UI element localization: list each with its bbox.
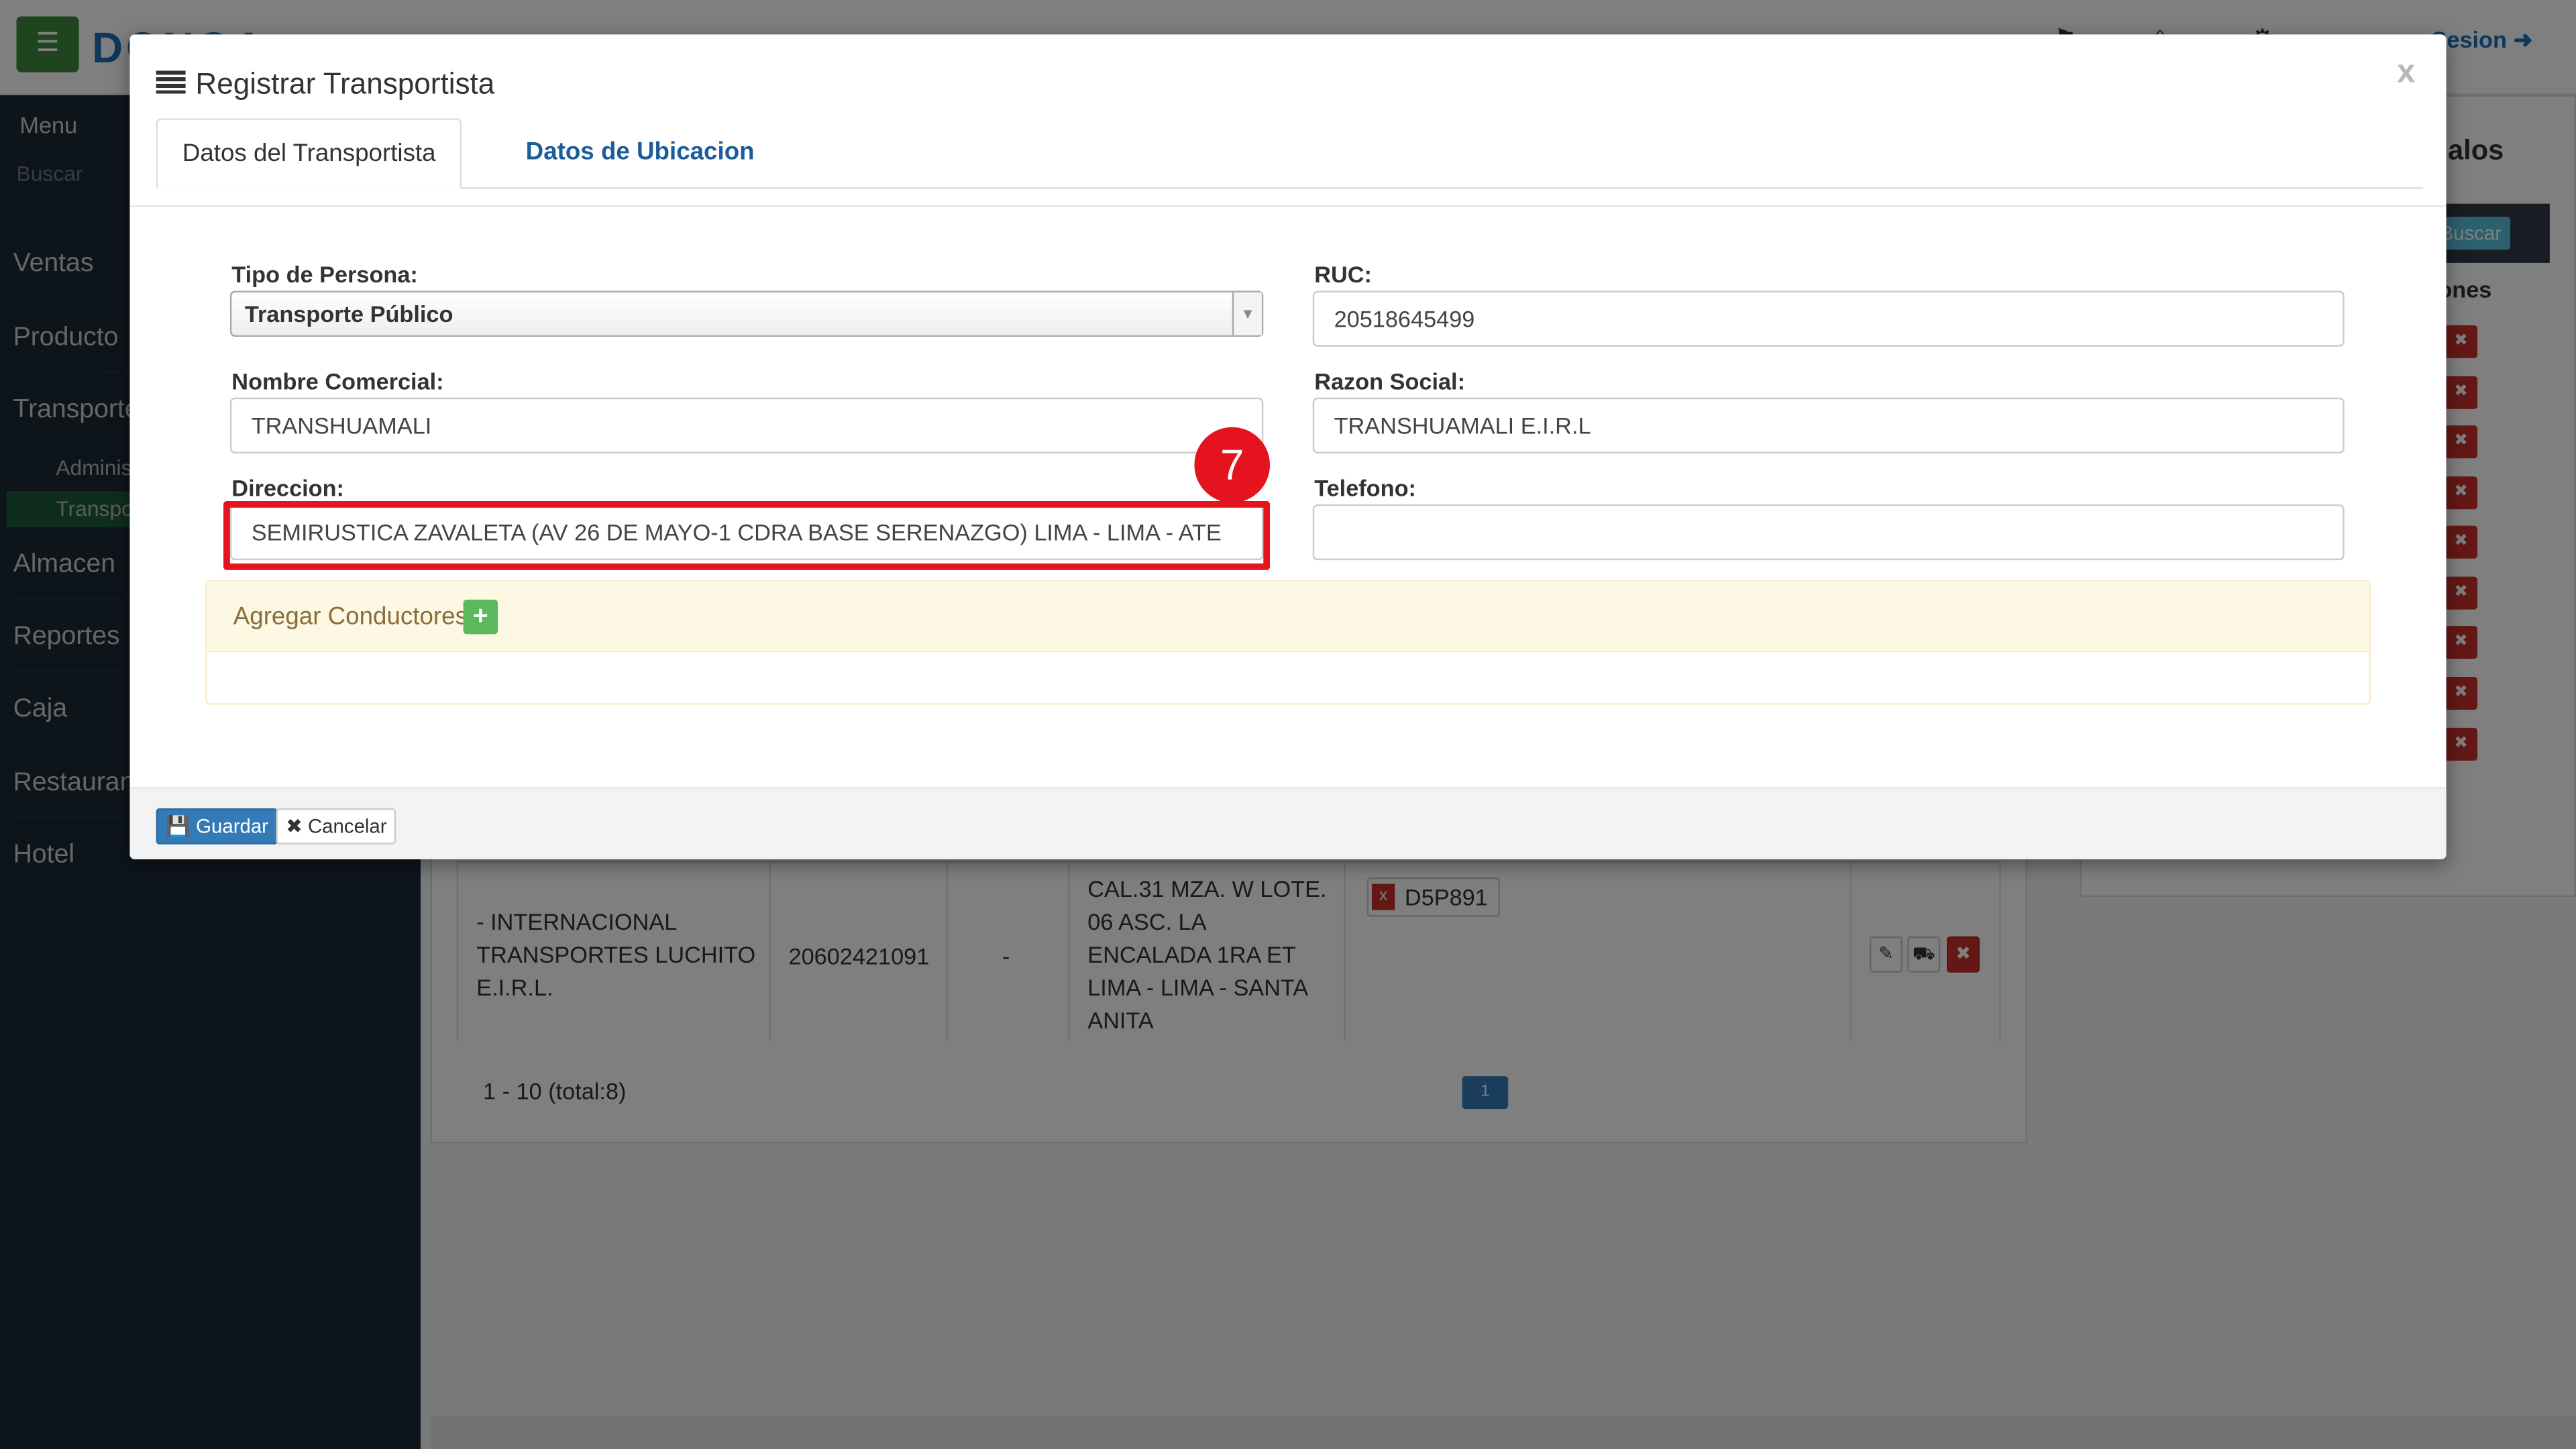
ruc-label: RUC:	[1314, 261, 1372, 288]
modal-title: Registrar Transportista	[156, 67, 495, 101]
add-conductor-button[interactable]: +	[463, 599, 498, 635]
registrar-transportista-modal: Registrar Transportista x Datos del Tran…	[129, 34, 2447, 859]
annotation-highlight-box	[223, 500, 1271, 570]
step-marker: 7	[1194, 427, 1271, 503]
conductores-panel: Agregar Conductores +	[205, 580, 2371, 705]
tab-datos-ubicacion[interactable]: Datos de Ubicacion	[501, 118, 779, 189]
guardar-label: Guardar	[196, 814, 268, 838]
tab-datos-transportista[interactable]: Datos del Transportista	[156, 118, 462, 189]
tipo-persona-label: Tipo de Persona:	[231, 261, 418, 288]
razon-social-label: Razon Social:	[1314, 368, 1466, 394]
modal-title-text: Registrar Transportista	[195, 67, 495, 101]
chevron-down-icon: ▼	[1232, 292, 1262, 335]
conductores-label: Agregar Conductores	[233, 602, 468, 631]
cancelar-button[interactable]: ✖ Cancelar	[276, 808, 397, 845]
page: ☰ DONGA ⚑ ⌂ ⚙ Sesion ➜ Menu Buscar Venta…	[0, 0, 2576, 1449]
close-icon: ✖	[286, 814, 303, 838]
cancelar-label: Cancelar	[307, 814, 387, 838]
direccion-label: Direccion:	[231, 474, 344, 501]
close-button[interactable]: x	[2397, 54, 2415, 92]
guardar-button[interactable]: 💾 Guardar	[156, 808, 278, 845]
modal-body: Tipo de Persona: Transporte Público ▼ RU…	[129, 205, 2447, 787]
telefono-field[interactable]	[1312, 504, 2345, 561]
save-icon: 💾	[166, 814, 191, 838]
tipo-persona-value: Transporte Público	[244, 301, 453, 327]
modal-tabs: Datos del Transportista Datos de Ubicaci…	[156, 118, 2424, 189]
telefono-label: Telefono:	[1314, 474, 1416, 501]
nombre-comercial-label: Nombre Comercial:	[231, 368, 444, 394]
nombre-comercial-field[interactable]: TRANSHUAMALI	[229, 397, 1264, 453]
ruc-field[interactable]: 20518645499	[1312, 290, 2345, 347]
list-icon	[156, 67, 186, 101]
modal-footer: 💾 Guardar ✖ Cancelar	[129, 787, 2447, 859]
conductores-header: Agregar Conductores +	[207, 581, 2369, 653]
razon-social-field[interactable]: TRANSHUAMALI E.I.R.L	[1312, 397, 2345, 453]
tipo-persona-select[interactable]: Transporte Público ▼	[229, 290, 1264, 337]
